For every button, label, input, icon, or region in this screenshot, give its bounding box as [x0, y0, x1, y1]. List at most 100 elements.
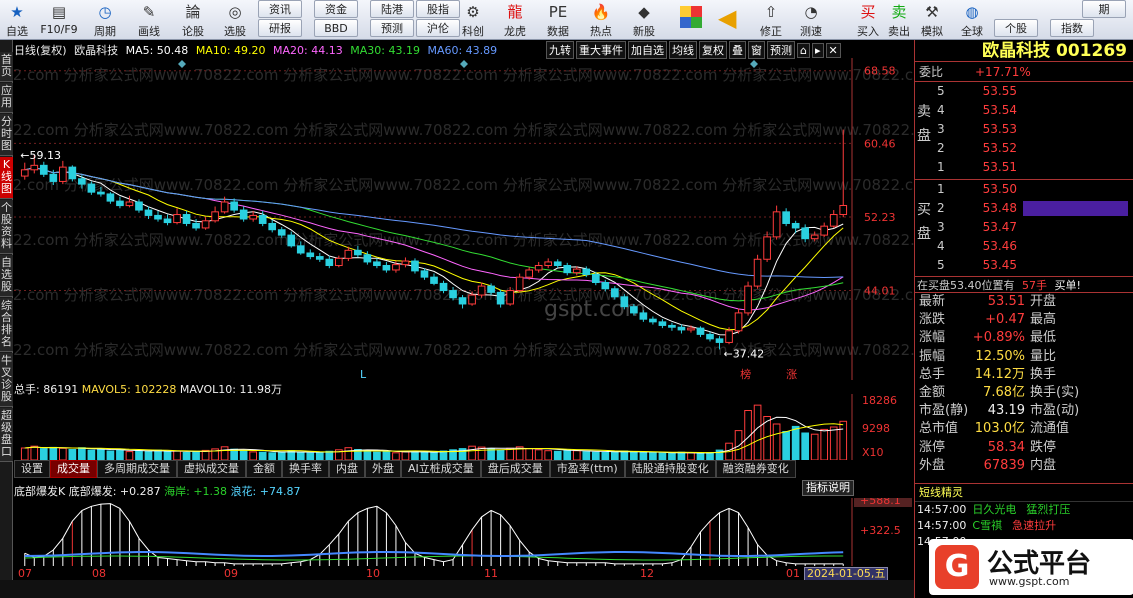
toolbar-small-button[interactable]: 预测 — [370, 19, 414, 37]
left-tab-4[interactable]: 个股资料 — [0, 200, 13, 254]
kline-svg[interactable]: 0822.com 分析家公式网www.70822.com 分析家公式网www.7… — [14, 58, 914, 380]
toolbar-button-pe-data[interactable]: PE 数据 — [536, 0, 580, 40]
sell-level-row[interactable]: 5 53.55 — [915, 82, 1133, 101]
volume-tab[interactable]: AI立桩成交量 — [401, 460, 481, 478]
volume-bar — [154, 449, 162, 460]
volume-tick-label: X10 — [862, 446, 884, 459]
candle-body — [753, 258, 762, 287]
quote-label: 换手(实) — [1030, 384, 1080, 400]
kline-chart-area[interactable]: 日线(复权) 欧晶科技 MA5: 50.48 MA10: 49.20 MA20:… — [14, 40, 914, 581]
volume-tab[interactable]: 设置 — [14, 460, 50, 478]
toolbar-small-button[interactable]: 期 — [1082, 0, 1126, 18]
alert-row[interactable]: 14:57:00 日久光电 猛烈打压 — [915, 502, 1133, 518]
toolbar-small-button[interactable]: 资讯 — [258, 0, 302, 18]
left-tab-8[interactable]: 超级盘口 — [0, 408, 13, 462]
buy-level-row[interactable]: 5 53.45 — [915, 256, 1133, 275]
toolbar-small-button[interactable]: 资金 — [314, 0, 358, 18]
toolbar-button-globe[interactable]: ◍ 全球 — [950, 0, 994, 40]
chart-button[interactable]: 预测 — [767, 41, 795, 59]
left-tab-6[interactable]: 综合排名 — [0, 298, 13, 352]
volume-bar — [306, 452, 315, 460]
toolbar-small-button[interactable]: 陆港 — [370, 0, 414, 18]
buy-icon: 买 — [860, 3, 876, 21]
chart-button[interactable]: 均线 — [669, 41, 697, 59]
toolbar-button-clock[interactable]: ◷ 周期 — [84, 0, 126, 40]
toolbar-button-buy[interactable]: 买买入 — [852, 0, 884, 40]
buy-level-row[interactable]: 1 53.50 — [915, 180, 1133, 199]
left-tab-2[interactable]: 分时图 — [0, 114, 13, 156]
left-tab-5[interactable]: 自选股 — [0, 255, 13, 297]
short-term-alert-panel[interactable]: 短线精灵 14:57:00 日久光电猛烈打压 14:57:00 C雪祺急速拉升14:5… — [915, 483, 1133, 598]
toolbar-button-discuss[interactable]: 論论股 — [172, 0, 214, 40]
volume-svg[interactable]: 18286 9298 X10 — [14, 394, 914, 460]
volume-tab[interactable]: 外盘 — [365, 460, 401, 478]
toolbar-button-sell[interactable]: 卖卖出 — [884, 0, 914, 40]
volume-tab[interactable]: 虚拟成交量 — [177, 460, 246, 478]
document-icon: ▤ — [51, 3, 67, 21]
volume-tab[interactable]: 成交量 — [50, 460, 97, 478]
toolbar-button-document[interactable]: ▤ F10/F9 — [34, 0, 84, 40]
chart-button[interactable]: 叠 — [729, 41, 746, 59]
left-tab-1[interactable]: 应用 — [0, 83, 13, 113]
toolbar-button-star[interactable]: ★ 自选 — [0, 0, 34, 40]
arrow-left-icon[interactable]: ◀ — [718, 4, 736, 32]
volume-tab[interactable]: 融资融券变化 — [715, 460, 796, 478]
toolbar-button-pencil[interactable]: ✎ 画线 — [126, 0, 172, 40]
volume-tab[interactable]: 金额 — [246, 460, 282, 478]
candle-body — [439, 282, 448, 292]
toolbar-small-button[interactable]: 指数 — [1050, 19, 1094, 37]
left-tab-7[interactable]: 牛叉诊股 — [0, 353, 13, 407]
chart-button[interactable]: 重大事件 — [576, 41, 626, 59]
chart-button[interactable]: 加自选 — [628, 41, 667, 59]
volume-tab[interactable]: 陆股通持股变化 — [624, 460, 716, 478]
indicator-explain-button[interactable]: 指标说明 — [802, 480, 854, 496]
stock-title[interactable]: 欧晶科技 001269 — [915, 40, 1133, 62]
toolbar-button-ipo[interactable]: ◆ 新股 — [622, 0, 666, 40]
quote-row: 总手 14.12万 换手 — [915, 366, 1133, 384]
sell-level-row[interactable]: 4 53.54 — [915, 101, 1133, 120]
sell-level-row[interactable]: 3 53.53 — [915, 120, 1133, 139]
volume-tab[interactable]: 市盈率(ttm) — [549, 460, 625, 478]
watermark-text: 0822.com 分析家公式网www.70822.com 分析家公式网www.7… — [14, 121, 914, 139]
volume-tab[interactable]: 盘后成交量 — [480, 460, 550, 478]
left-tab-0[interactable]: 首页 — [0, 52, 13, 82]
indicator-svg[interactable]: +588.1 +322.5 — [14, 498, 914, 566]
chart-button[interactable]: 窗 — [748, 41, 765, 59]
quote-row: 涨幅 +0.89% 最低 — [915, 329, 1133, 347]
candle-body — [839, 204, 848, 216]
toolbar-button-hammer[interactable]: ⚒ 模拟 — [914, 0, 950, 40]
sell-level-row[interactable]: 2 53.52 — [915, 139, 1133, 158]
toolbar-button-chart-search[interactable]: ◎ 选股 — [214, 0, 256, 40]
color-tiles-icon[interactable] — [680, 6, 702, 28]
volume-bar — [525, 448, 534, 460]
toolbar-button-speedometer[interactable]: ◔ 测速 — [790, 0, 832, 40]
buy-level-row[interactable]: 4 53.46 — [915, 237, 1133, 256]
main-toolbar: ★ 自选 ▤ F10/F9 ◷ 周期 ✎ 画线論论股 ◎ 选股 ⚙ 科创龍龙虎 PE 数据 🔥 热点 ◆ 新股 ⇧ 修… — [0, 0, 1133, 40]
toolbar-small-button[interactable]: BBD — [314, 19, 358, 37]
toolbar-small-button[interactable]: 股指 — [416, 0, 460, 18]
toolbar-small-button[interactable]: 个股 — [994, 19, 1038, 37]
toolbar-button-dragon[interactable]: 龍龙虎 — [494, 0, 536, 40]
toolbar-button-label: 卖出 — [888, 25, 910, 38]
alert-row[interactable]: 14:57:00 C雪祺 急速拉升 — [915, 518, 1133, 534]
chart-button[interactable]: 复权 — [699, 41, 727, 59]
lock-icon[interactable]: ⌂ — [797, 43, 810, 58]
close-icon[interactable]: ✕ — [825, 43, 841, 58]
volume-tab[interactable]: 内盘 — [329, 460, 365, 478]
volume-tab[interactable]: 多周期成交量 — [97, 460, 177, 478]
candle-body — [810, 234, 819, 240]
volume-tab[interactable]: 换手率 — [282, 460, 329, 478]
left-tab-3[interactable]: K线图 — [0, 157, 13, 199]
candle-body — [68, 166, 77, 180]
candle-body — [39, 164, 48, 175]
toolbar-small-button[interactable]: 沪伦 — [416, 19, 460, 37]
sell-level-row[interactable]: 1 53.51 — [915, 158, 1133, 177]
play-icon[interactable]: ▸ — [811, 43, 824, 58]
volume-bar — [192, 451, 200, 460]
buy-level-row[interactable]: 2 53.48 — [915, 199, 1133, 218]
toolbar-button-hot[interactable]: 🔥 热点 — [580, 0, 622, 40]
buy-level-row[interactable]: 3 53.47 — [915, 218, 1133, 237]
toolbar-button-arrow-up[interactable]: ⇧ 修正 — [752, 0, 790, 40]
chart-button[interactable]: 九转 — [546, 41, 574, 59]
toolbar-small-button[interactable]: 研报 — [258, 19, 302, 37]
